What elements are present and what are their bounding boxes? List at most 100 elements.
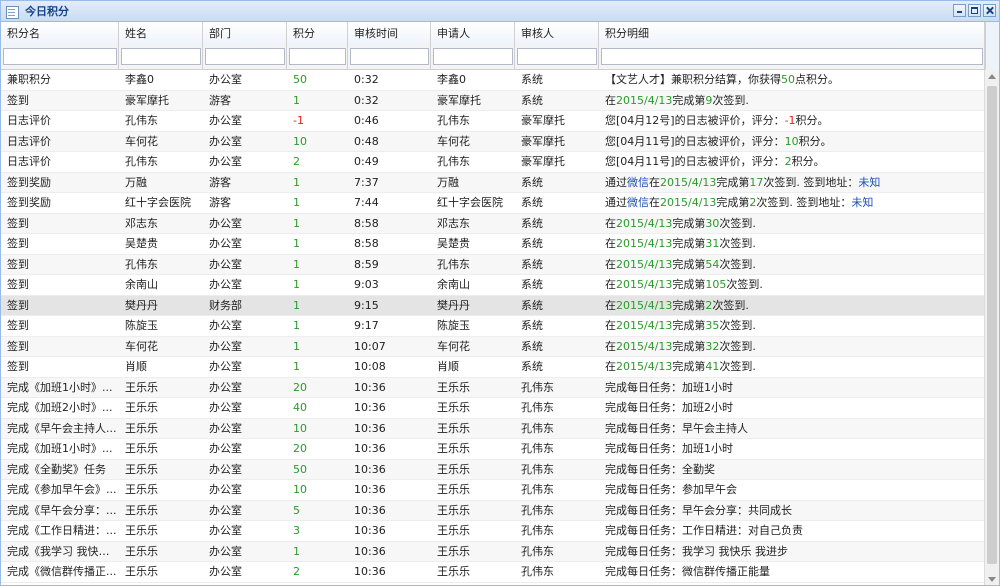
cell-person: 余南山 [125,278,158,291]
minimize-icon[interactable] [953,4,966,17]
cell-time: 10:07 [354,339,386,353]
cell-time: 10:36 [354,421,386,435]
detail-link[interactable]: 微信 [627,176,649,189]
detail-text: 通过 [605,196,627,209]
detail-text: 次签到. [719,257,756,271]
cell-points: 5 [293,503,300,517]
table-row[interactable]: 完成《微信群传播正... 王乐乐 办公室 2 10:36 王乐乐 孔伟东 完成每日任务：微信群… [1,562,985,583]
table-row[interactable]: 签到奖励 红十字会医院 游客 1 7:44 红十字会医院 系统 通过微信在2015/4/13完… [1,193,985,214]
column-header-person[interactable]: 姓名 [119,22,203,46]
column-header-points[interactable]: 积分 [287,22,348,46]
detail-text: 2015/4/13 [616,319,673,332]
scroll-down-icon[interactable] [985,572,999,585]
table-row[interactable]: 签到 孔伟东 办公室 1 8:59 孔伟东 系统 在2015/4/13完成第54次签到. [1,254,985,275]
filter-input-time[interactable] [350,48,429,65]
cell-time: 10:36 [354,401,386,414]
table-row[interactable]: 日志评价 孔伟东 办公室 2 0:49 孔伟东 豪军摩托 您[04月11号]的日志被评价，评分… [1,152,985,173]
column-header-reviewer[interactable]: 审核人 [515,22,599,46]
cell-person: 王乐乐 [125,462,158,476]
cell-reviewer: 孔伟东 [521,565,554,578]
filter-input-applicant[interactable] [433,48,513,65]
cell-time: 9:15 [354,298,379,312]
cell-applicant: 王乐乐 [437,462,470,476]
cell-time: 0:32 [354,73,379,86]
column-header-applicant[interactable]: 申请人 [431,22,515,46]
table-row[interactable]: 完成《加班1小时》... 王乐乐 办公室 20 10:36 王乐乐 孔伟东 完成每日任务：加班… [1,377,985,398]
detail-text: 2015/4/13 [616,93,673,107]
cell-applicant: 邓志东 [437,216,470,230]
cell-person: 王乐乐 [125,401,158,414]
cell-detail: 您[04月12号]的日志被评价，评分：-1积分。 [599,111,985,131]
table-row[interactable]: 完成《全勤奖》任务 王乐乐 办公室 50 10:36 王乐乐 孔伟东 完成每日任务：全勤奖 [1,459,985,480]
filter-input-reviewer[interactable] [517,48,597,65]
table-row[interactable]: 完成《参加早午会》... 王乐乐 办公室 10 10:36 王乐乐 孔伟东 完成每日任务：参加… [1,480,985,501]
filter-input-name[interactable] [3,48,117,65]
table-row[interactable]: 签到 车何花 办公室 1 10:07 车何花 系统 在2015/4/13完成第32次签到. [1,336,985,357]
cell-reviewer: 孔伟东 [521,544,554,558]
table-row[interactable]: 签到 陈旋玉 办公室 1 9:17 陈旋玉 系统 在2015/4/13完成第35次签到. [1,316,985,337]
cell-name: 完成《微信群传播正... [7,565,117,578]
cell-reviewer: 孔伟东 [521,380,554,394]
filter-input-dept[interactable] [205,48,285,65]
close-icon[interactable] [983,4,996,17]
cell-person: 肖顺 [125,360,147,373]
table-row[interactable]: 兼职积分 李鑫0 办公室 50 0:32 李鑫0 系统 【文艺人才】兼职积分结算，你获得50点… [1,70,985,91]
table-row[interactable]: 完成《早午会分享：... 王乐乐 办公室 5 10:36 王乐乐 孔伟东 完成每日任务：早午会… [1,500,985,521]
cell-time: 10:36 [354,524,386,537]
detail-link[interactable]: 微信 [627,196,649,209]
cell-reviewer: 系统 [521,216,543,230]
table-row[interactable]: 完成《工作日精进：... 王乐乐 办公室 3 10:36 王乐乐 孔伟东 完成每日任务：工作日… [1,521,985,542]
detail-text: 17 [749,175,764,189]
detail-text: 2015/4/13 [616,216,673,230]
column-header-dept[interactable]: 部门 [203,22,287,46]
cell-person: 万融 [125,175,147,189]
detail-text: 完成每日任务：加班2小时 [605,401,733,414]
table-row[interactable]: 签到奖励 万融 游客 1 7:37 万融 系统 通过微信在2015/4/13完成第17次签到.… [1,172,985,193]
table-row[interactable]: 完成《加班1小时》... 王乐乐 办公室 20 10:36 王乐乐 孔伟东 完成每日任务：加班… [1,439,985,460]
cell-points: 1 [293,319,300,332]
table-row[interactable]: 签到 豪军摩托 游客 1 0:32 豪军摩托 系统 在2015/4/13完成第9次签到. [1,90,985,111]
detail-text: 2015/4/13 [616,278,673,291]
table-row[interactable]: 签到 吴楚贵 办公室 1 8:58 吴楚贵 系统 在2015/4/13完成第31次签到. [1,234,985,255]
cell-detail: 通过微信在2015/4/13完成第2次签到. 签到地址：未知 [599,193,985,213]
cell-dept: 游客 [209,175,231,189]
filter-input-person[interactable] [121,48,201,65]
cell-applicant: 王乐乐 [437,421,470,435]
filter-input-points[interactable] [289,48,346,65]
cell-time: 0:32 [354,93,379,107]
table-row[interactable]: 完成《我学习 我快乐... 王乐乐 办公室 1 10:36 王乐乐 孔伟东 完成每日任务：我学… [1,541,985,562]
detail-text: 2015/4/13 [616,360,673,373]
cell-name: 兼职积分 [7,73,51,86]
detail-text: 完成第 [716,175,750,189]
table-row[interactable]: 签到 肖顺 办公室 1 10:08 肖顺 系统 在2015/4/13完成第41次签到. [1,357,985,378]
cell-detail: 在2015/4/13完成第32次签到. [599,337,985,357]
cell-reviewer: 孔伟东 [521,421,554,435]
cell-points: 20 [293,442,307,455]
vertical-scrollbar[interactable] [984,70,999,585]
detail-text: 2015/4/13 [660,175,717,189]
column-header-time[interactable]: 审核时间 [348,22,431,46]
detail-link[interactable]: 未知 [858,176,880,189]
maximize-icon[interactable] [968,4,981,17]
table-row[interactable]: 签到 邓志东 办公室 1 8:58 邓志东 系统 在2015/4/13完成第30次签到. [1,213,985,234]
column-header-detail[interactable]: 积分明细 [599,22,985,46]
detail-text: 完成每日任务：参加早午会 [605,483,737,496]
detail-link[interactable]: 未知 [851,196,873,209]
table-row[interactable]: 日志评价 车何花 办公室 10 0:48 车何花 豪军摩托 您[04月11号]的日志被评价，评… [1,131,985,152]
table-row[interactable]: 签到 樊丹丹 财务部 1 9:15 樊丹丹 系统 在2015/4/13完成第2次签到. [1,295,985,316]
cell-time: 9:03 [354,278,379,291]
table-row[interactable]: 完成《加班2小时》... 王乐乐 办公室 40 10:36 王乐乐 孔伟东 完成每日任务：加班… [1,398,985,419]
scroll-up-icon[interactable] [985,70,999,84]
cell-name: 日志评价 [7,134,51,148]
table-row[interactable]: 完成《早午会主持人... 王乐乐 办公室 10 10:36 王乐乐 孔伟东 完成每日任务：早午… [1,418,985,439]
column-header-name[interactable]: 积分名 [1,22,119,46]
table-row[interactable]: 日志评价 孔伟东 办公室 -1 0:46 孔伟东 豪军摩托 您[04月12号]的日志被评价，评… [1,111,985,132]
cell-applicant: 王乐乐 [437,524,470,537]
filter-cell-applicant [431,46,515,69]
cell-detail: 在2015/4/13完成第2次签到. [599,296,985,316]
filter-input-detail[interactable] [601,48,983,65]
detail-text: 完成每日任务：全勤奖 [605,462,715,476]
scroll-thumb[interactable] [987,86,997,564]
table-row[interactable]: 签到 余南山 办公室 1 9:03 余南山 系统 在2015/4/13完成第105次签到. [1,275,985,296]
cell-points: 1 [293,339,300,353]
